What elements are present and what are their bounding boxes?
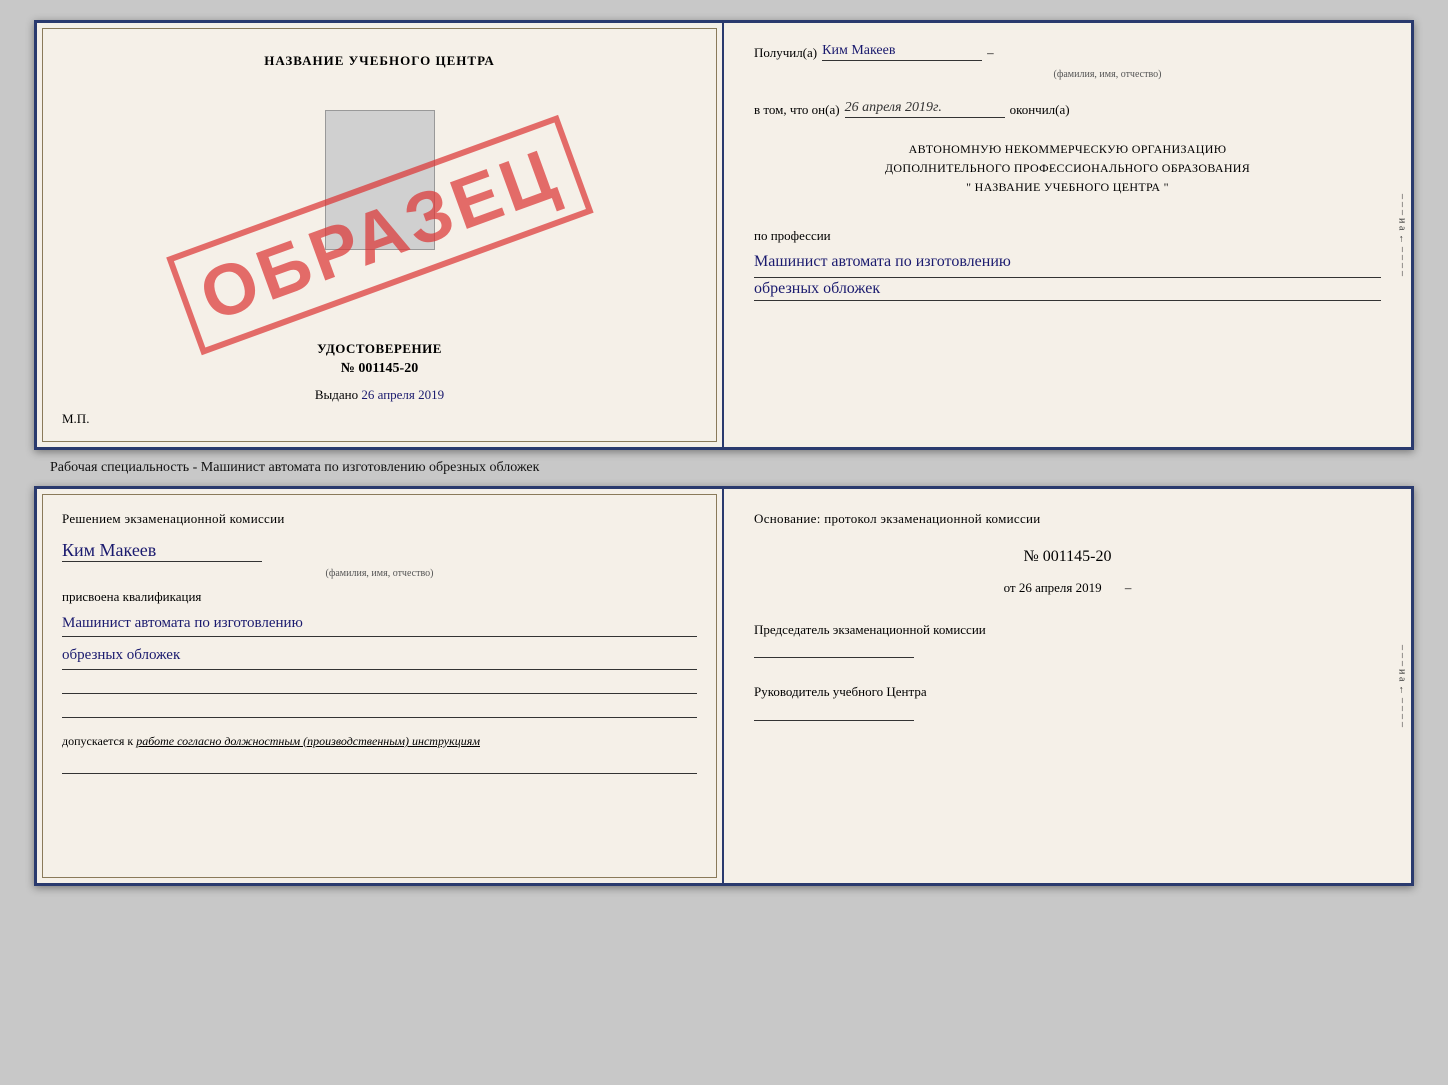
chairman-sign-line	[754, 657, 914, 658]
profession-label: по профессии	[754, 228, 1381, 244]
decision-text: Решением экзаменационной комиссии	[62, 509, 697, 530]
bottom-right-side-marks: – – – и а ← – – – –	[1393, 489, 1411, 883]
chairman-block: Председатель экзаменационной комиссии	[754, 620, 1381, 659]
info-caption: Рабочая специальность - Машинист автомат…	[20, 460, 539, 476]
name-sub: (фамилия, имя, отчество)	[834, 69, 1381, 80]
recipient-name: Ким Макеев	[822, 43, 982, 61]
допускается-value: работе согласно должностным (производств…	[136, 734, 480, 748]
issued-date: 26 апреля 2019	[361, 387, 444, 402]
rukovoditel-sign-line	[754, 720, 914, 721]
top-certificate-spread: НАЗВАНИЕ УЧЕБНОГО ЦЕНТРА УДОСТОВЕРЕНИЕ №…	[34, 20, 1414, 450]
recipient-row: Получил(а) Ким Макеев –	[754, 43, 1381, 61]
finished-label: окончил(а)	[1010, 102, 1070, 118]
chairman-label: Председатель экзаменационной комиссии	[754, 620, 1381, 640]
org-block: АВТОНОМНУЮ НЕКОММЕРЧЕСКУЮ ОРГАНИЗАЦИЮ ДО…	[754, 140, 1381, 198]
cert-number: № 001145-20	[317, 361, 442, 377]
received-label: Получил(а)	[754, 45, 817, 61]
completion-date: 26 апреля 2019г.	[845, 100, 1005, 118]
cert-issued: Выдано 26 апреля 2019	[315, 387, 444, 403]
assigned-label: присвоена квалификация	[62, 589, 697, 605]
document-container: НАЗВАНИЕ УЧЕБНОГО ЦЕНТРА УДОСТОВЕРЕНИЕ №…	[20, 20, 1428, 886]
blank-line-2	[62, 706, 697, 718]
right-side-marks: – – – и а ← – – – –	[1393, 23, 1411, 447]
photo-area	[325, 110, 435, 250]
qualification-line2: обрезных обложек	[62, 643, 697, 670]
protocol-date: от 26 апреля 2019 –	[754, 580, 1381, 596]
rukovoditel-label: Руководитель учебного Центра	[754, 682, 1381, 702]
issued-label: Выдано	[315, 387, 358, 402]
bottom-name: Ким Макеев	[62, 540, 262, 562]
qualification-line1: Машинист автомата по изготовлению	[62, 611, 697, 638]
cert-school-title: НАЗВАНИЕ УЧЕБНОГО ЦЕНТРА	[264, 53, 495, 69]
cert-right-panel: Получил(а) Ким Макеев – (фамилия, имя, о…	[724, 23, 1411, 447]
org-line3: " НАЗВАНИЕ УЧЕБНОГО ЦЕНТРА "	[754, 178, 1381, 197]
profession-value-line2: обрезных обложек	[754, 280, 1381, 301]
date-prefix: от	[1004, 580, 1016, 595]
org-line2: ДОПОЛНИТЕЛЬНОГО ПРОФЕССИОНАЛЬНОГО ОБРАЗО…	[754, 159, 1381, 178]
osnov-text: Основание: протокол экзаменационной коми…	[754, 509, 1381, 530]
cert-doc-type: УДОСТОВЕРЕНИЕ	[317, 341, 442, 357]
допускается-label: допускается к	[62, 734, 133, 748]
bottom-right-panel: Основание: протокол экзаменационной коми…	[724, 489, 1411, 883]
protocol-date-value: 26 апреля 2019	[1019, 580, 1102, 595]
in-that-label: в том, что он(а)	[754, 102, 840, 118]
допускается-row: допускается к работе согласно должностны…	[62, 732, 697, 750]
protocol-number: № 001145-20	[754, 548, 1381, 566]
bottom-left-panel: Решением экзаменационной комиссии Ким Ма…	[37, 489, 724, 883]
bottom-certificate-spread: Решением экзаменационной комиссии Ким Ма…	[34, 486, 1414, 886]
blank-line-1	[62, 682, 697, 694]
org-line1: АВТОНОМНУЮ НЕКОММЕРЧЕСКУЮ ОРГАНИЗАЦИЮ	[754, 140, 1381, 159]
bottom-name-sub: (фамилия, имя, отчество)	[62, 568, 697, 579]
rukovoditel-block: Руководитель учебного Центра	[754, 682, 1381, 721]
mp-label: М.П.	[62, 411, 89, 427]
profession-value-line1: Машинист автомата по изготовлению	[754, 248, 1381, 278]
cert-left-panel: НАЗВАНИЕ УЧЕБНОГО ЦЕНТРА УДОСТОВЕРЕНИЕ №…	[37, 23, 724, 447]
blank-line-3	[62, 762, 697, 774]
completion-row: в том, что он(а) 26 апреля 2019г. окончи…	[754, 100, 1381, 118]
